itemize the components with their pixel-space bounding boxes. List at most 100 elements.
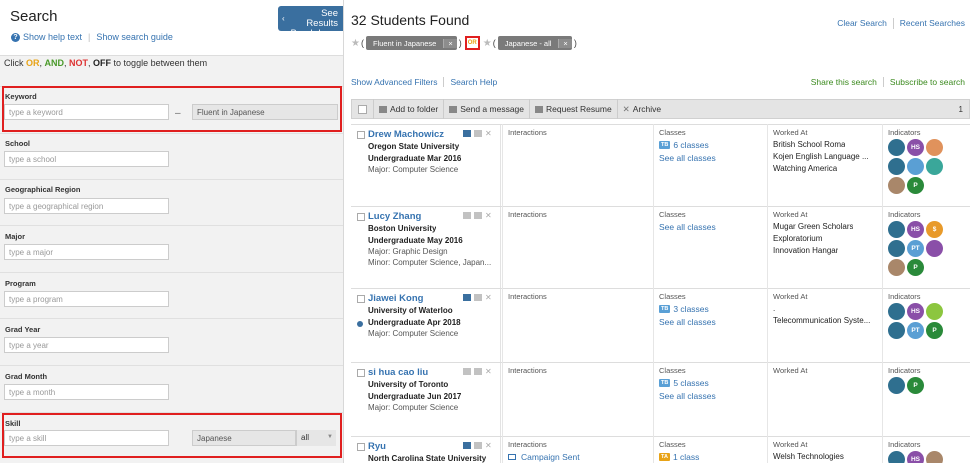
student-name-link[interactable]: Jiawei Kong [368, 293, 423, 304]
filter-chip[interactable]: Fluent in Japanese × [365, 36, 457, 50]
chat-icon[interactable] [474, 442, 482, 449]
indicator-badge-icon[interactable] [926, 158, 943, 175]
indicator-badges: HS PT P [888, 303, 948, 339]
indicator-badge-icon[interactable] [888, 259, 905, 276]
student-name-link[interactable]: Ryu [368, 441, 386, 452]
row-checkbox[interactable] [357, 295, 365, 303]
close-icon[interactable]: ✕ [485, 130, 492, 138]
indicator-badge-icon[interactable]: P [926, 322, 943, 339]
star-icon[interactable]: ★ [483, 38, 492, 49]
region-input[interactable]: type a geographical region [4, 198, 169, 214]
bulk-action-toolbar: Add to folder Send a message Request Res… [351, 99, 970, 119]
indicator-badge-icon[interactable]: P [907, 377, 924, 394]
indicator-badge-icon[interactable] [888, 240, 905, 257]
indicator-badge-icon[interactable] [888, 221, 905, 238]
folder-icon[interactable] [463, 294, 471, 301]
campaign-sent-link[interactable]: Campaign Sent [508, 452, 580, 462]
folder-icon[interactable] [463, 130, 471, 137]
indicator-badge-icon[interactable] [926, 451, 943, 463]
indicator-badge-icon[interactable] [926, 240, 943, 257]
chat-icon[interactable] [474, 294, 482, 301]
indicator-badge-icon[interactable] [888, 322, 905, 339]
indicator-badge-icon[interactable] [888, 377, 905, 394]
close-icon[interactable]: ✕ [485, 442, 492, 450]
indicator-badges: P [888, 377, 948, 394]
program-input[interactable]: type a program [4, 291, 169, 307]
indicator-badge-icon[interactable]: PT [907, 240, 924, 257]
folder-icon[interactable] [463, 212, 471, 219]
indicator-badge-icon[interactable]: PT [907, 322, 924, 339]
see-all-classes-link[interactable]: See all classes [659, 317, 716, 327]
send-message-button[interactable]: Send a message [443, 99, 529, 119]
indicator-badge-icon[interactable] [907, 158, 924, 175]
active-filters: ★( Fluent in Japanese ×) OR ★( Japanese -… [351, 36, 577, 50]
recent-searches-link[interactable]: Recent Searches [900, 18, 965, 29]
grad-year-input[interactable]: type a year [4, 337, 169, 353]
show-help-text-link[interactable]: Show help text [23, 32, 82, 42]
chat-icon[interactable] [474, 212, 482, 219]
student-name-link[interactable]: Drew Machowicz [368, 129, 444, 140]
indicator-badge-icon[interactable] [926, 303, 943, 320]
student-name-link[interactable]: si hua cao liu [368, 367, 428, 378]
add-to-folder-button[interactable]: Add to folder [373, 99, 443, 119]
share-search-link[interactable]: Share this search [811, 77, 877, 87]
row-checkbox[interactable] [357, 443, 365, 451]
see-all-classes-link[interactable]: See all classes [659, 222, 716, 232]
classes-link[interactable]: TB 6 classes [659, 140, 709, 150]
major-input[interactable]: type a major [4, 244, 169, 260]
see-all-classes-link[interactable]: See all classes [659, 153, 716, 163]
program-label: Program [5, 279, 36, 288]
indicator-badge-icon[interactable]: P [907, 259, 924, 276]
clear-search-link[interactable]: Clear Search [837, 18, 887, 29]
request-resume-button[interactable]: Request Resume [529, 99, 617, 119]
indicator-badge-icon[interactable]: HS [907, 303, 924, 320]
classes-link[interactable]: TA 1 class [659, 452, 699, 462]
close-icon[interactable]: ✕ [485, 368, 492, 376]
close-icon[interactable]: ✕ [485, 294, 492, 302]
row-checkbox[interactable] [357, 213, 365, 221]
folder-icon[interactable] [463, 442, 471, 449]
show-search-guide-link[interactable]: Show search guide [96, 32, 173, 42]
filter-chip[interactable]: Japanese - all × [497, 36, 572, 50]
grad-month-input[interactable]: type a month [4, 384, 169, 400]
see-results-breakdown-button[interactable]: ‹ See Results Breakdown [278, 6, 343, 39]
row-checkbox[interactable] [357, 131, 365, 139]
indicator-badges: HS $ PT P [888, 221, 948, 276]
close-icon: ✕ [622, 103, 630, 114]
classes-link[interactable]: TB 5 classes [659, 378, 709, 388]
student-school: Oregon State University [368, 142, 460, 151]
indicator-badge-icon[interactable] [888, 177, 905, 194]
archive-button[interactable]: ✕ Archive [616, 99, 666, 119]
indicator-badge-icon[interactable] [888, 158, 905, 175]
student-row: Lucy Zhang ✕ Boston University Undergrad… [351, 206, 970, 288]
indicator-badge-icon[interactable]: HS [907, 139, 924, 156]
indicator-badge-icon[interactable] [888, 303, 905, 320]
search-help-link[interactable]: Search Help [450, 77, 497, 87]
chat-icon[interactable] [474, 368, 482, 375]
indicator-badge-icon[interactable] [888, 451, 905, 463]
subscribe-search-link[interactable]: Subscribe to search [890, 77, 965, 87]
or-toggle[interactable]: OR [464, 36, 480, 50]
indicator-badge-icon[interactable]: HS [907, 221, 924, 238]
school-label: School [5, 139, 31, 148]
star-icon[interactable]: ★ [351, 38, 360, 49]
indicator-badge-icon[interactable] [926, 139, 943, 156]
select-all-checkbox[interactable] [358, 104, 367, 114]
close-icon[interactable]: ✕ [485, 212, 492, 220]
indicator-badge-icon[interactable]: P [907, 177, 924, 194]
indicator-badge-icon[interactable] [888, 139, 905, 156]
see-all-classes-link[interactable]: See all classes [659, 391, 716, 401]
indicator-badge-icon[interactable]: HS [907, 451, 924, 463]
indicator-badge-icon[interactable]: $ [926, 221, 943, 238]
classes-link[interactable]: TB 3 classes [659, 304, 709, 314]
folder-icon[interactable] [463, 368, 471, 375]
chat-icon[interactable] [474, 130, 482, 137]
close-icon[interactable]: × [558, 38, 572, 48]
school-input[interactable]: type a school [4, 151, 169, 167]
close-icon[interactable]: × [443, 38, 457, 48]
student-name-link[interactable]: Lucy Zhang [368, 211, 421, 222]
row-checkbox[interactable] [357, 369, 365, 377]
advanced-filters-link[interactable]: Show Advanced Filters [351, 77, 437, 87]
keyword-highlight [2, 86, 342, 132]
skill-highlight [2, 413, 342, 458]
